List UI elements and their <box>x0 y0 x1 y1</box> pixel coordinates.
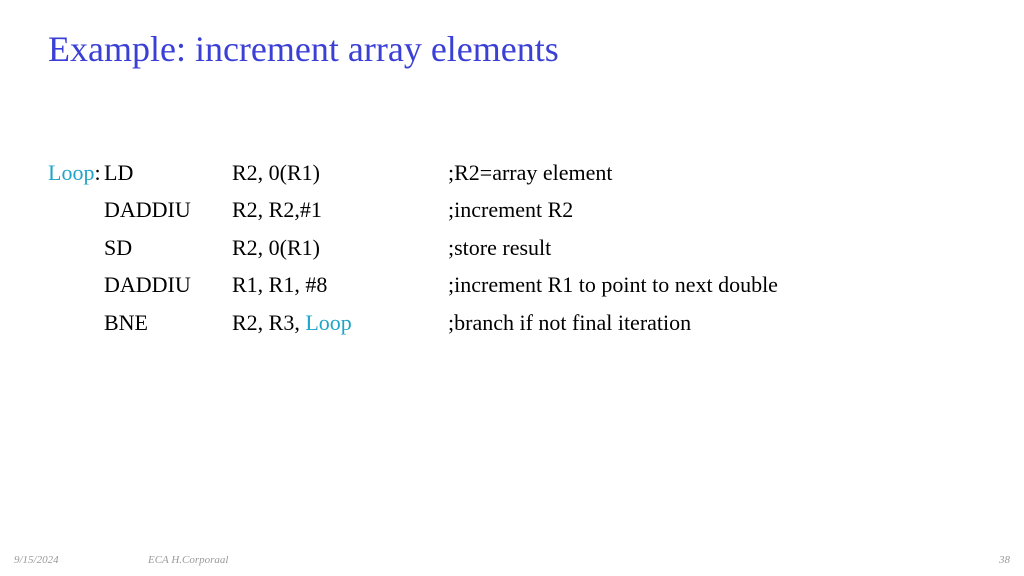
row-label: Loop: <box>48 154 104 191</box>
row-args: R1, R1, #8 <box>232 266 448 303</box>
row-op: LD <box>104 154 232 191</box>
code-row: DADDIU R1, R1, #8 ;increment R1 to point… <box>48 266 1024 303</box>
slide-title: Example: increment array elements <box>0 0 1024 70</box>
loop-branch-target: Loop <box>305 310 351 335</box>
footer-source: ECA H.Corporaal <box>148 554 228 566</box>
row-args: R2, 0(R1) <box>232 154 448 191</box>
row-op: BNE <box>104 304 232 341</box>
assembly-code-block: Loop: LD R2, 0(R1) ;R2=array element DAD… <box>0 70 1024 341</box>
row-op: DADDIU <box>104 191 232 228</box>
row-args: R2, 0(R1) <box>232 229 448 266</box>
row-comment: ;R2=array element <box>448 154 1024 191</box>
footer-date: 9/15/2024 <box>14 554 59 566</box>
code-row: Loop: LD R2, 0(R1) ;R2=array element <box>48 154 1024 191</box>
row-comment: ;branch if not final iteration <box>448 304 1024 341</box>
loop-label: Loop <box>48 160 94 185</box>
code-row: DADDIU R2, R2,#1 ;increment R2 <box>48 191 1024 228</box>
row-op: DADDIU <box>104 266 232 303</box>
code-row: SD R2, 0(R1) ;store result <box>48 229 1024 266</box>
row-comment: ;store result <box>448 229 1024 266</box>
row-args: R2, R3, Loop <box>232 304 448 341</box>
row-comment: ;increment R1 to point to next double <box>448 266 1024 303</box>
row-args: R2, R2,#1 <box>232 191 448 228</box>
row-op: SD <box>104 229 232 266</box>
row-comment: ;increment R2 <box>448 191 1024 228</box>
footer-page-number: 38 <box>999 554 1010 566</box>
code-row: BNE R2, R3, Loop ;branch if not final it… <box>48 304 1024 341</box>
